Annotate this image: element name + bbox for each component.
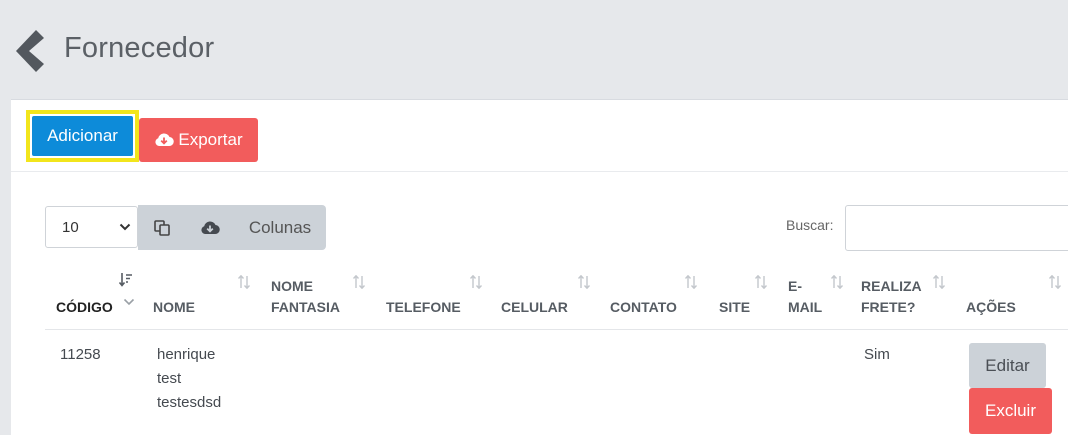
- column-header-label-line1: REALIZA: [861, 278, 922, 294]
- column-header-label-line2: MAIL: [788, 299, 823, 315]
- column-header-label-line2: FRETE?: [861, 299, 916, 315]
- column-header-nome[interactable]: NOME: [153, 297, 195, 318]
- column-header-celular[interactable]: CELULAR: [501, 297, 568, 318]
- column-header-site[interactable]: SITE: [719, 297, 750, 318]
- sort-icon[interactable]: [238, 275, 250, 289]
- add-button[interactable]: Adicionar: [32, 116, 133, 156]
- toolbar: Adicionar Exportar: [11, 100, 1068, 172]
- sort-icon[interactable]: [755, 275, 767, 289]
- column-header-label: TELEFONE: [386, 299, 461, 315]
- column-header-label: CELULAR: [501, 299, 568, 315]
- chevron-left-icon[interactable]: [14, 30, 48, 72]
- column-header-label: CONTATO: [610, 299, 677, 315]
- column-header-email[interactable]: E- MAIL: [788, 276, 822, 318]
- columns-button[interactable]: Colunas: [234, 205, 326, 250]
- cell-nome-line: henrique: [157, 346, 216, 363]
- table-tools-group: Colunas: [138, 205, 326, 250]
- column-header-contato[interactable]: CONTATO: [610, 297, 677, 318]
- cloud-download-icon: [201, 221, 220, 234]
- column-header-nome-fantasia[interactable]: NOME FANTASIA: [271, 276, 340, 318]
- sort-desc-icon[interactable]: [119, 272, 133, 288]
- chevron-down-icon: [119, 223, 131, 231]
- cell-nome-line: test: [157, 370, 182, 387]
- column-header-telefone[interactable]: TELEFONE: [386, 297, 461, 318]
- column-header-label-line2: FANTASIA: [271, 299, 340, 315]
- content-panel: Adicionar Exportar 10 Colunas Buscar: CÓ…: [11, 99, 1068, 435]
- sort-icon[interactable]: [1049, 275, 1061, 289]
- page-header: Fornecedor: [0, 0, 1068, 100]
- page-title: Fornecedor: [64, 32, 215, 64]
- sort-icon[interactable]: [353, 275, 365, 289]
- add-button-highlight: Adicionar: [26, 110, 139, 162]
- table-header-divider: [45, 329, 1068, 330]
- column-header-label: SITE: [719, 299, 751, 315]
- page-length-select[interactable]: 10: [45, 206, 138, 248]
- page-length-value: 10: [62, 218, 79, 236]
- delete-button[interactable]: Excluir: [969, 388, 1052, 434]
- column-header-label-line1: E-: [788, 278, 802, 294]
- sort-icon[interactable]: [578, 275, 590, 289]
- cell-realiza-frete: Sim: [864, 346, 890, 363]
- column-header-label: AÇÕES: [966, 299, 1016, 315]
- column-header-label: CÓDIGO: [56, 299, 113, 315]
- cell-nome: henrique test testesdsd: [157, 343, 221, 415]
- sort-icon[interactable]: [831, 275, 843, 289]
- sort-icon[interactable]: [685, 275, 697, 289]
- export-button-label: Exportar: [178, 130, 243, 149]
- search-label: Buscar:: [786, 217, 834, 233]
- search-input[interactable]: [845, 205, 1068, 251]
- copy-button[interactable]: [138, 205, 186, 250]
- cloud-download-icon: [155, 133, 175, 147]
- cell-nome-line: testesdsd: [157, 394, 222, 411]
- chevron-down-icon: [123, 298, 135, 306]
- cell-codigo: 11258: [60, 346, 101, 363]
- column-header-label-line1: NOME: [271, 278, 313, 294]
- column-header-label: NOME: [153, 299, 195, 315]
- export-button[interactable]: Exportar: [139, 118, 258, 162]
- sort-icon[interactable]: [470, 275, 482, 289]
- column-header-codigo[interactable]: CÓDIGO: [56, 297, 113, 318]
- copy-icon: [154, 219, 170, 236]
- column-header-realiza-frete[interactable]: REALIZA FRETE?: [861, 276, 922, 318]
- edit-button[interactable]: Editar: [969, 343, 1046, 388]
- sort-icon[interactable]: [933, 275, 945, 289]
- download-button[interactable]: [186, 205, 234, 250]
- column-header-acoes[interactable]: AÇÕES: [966, 297, 1016, 318]
